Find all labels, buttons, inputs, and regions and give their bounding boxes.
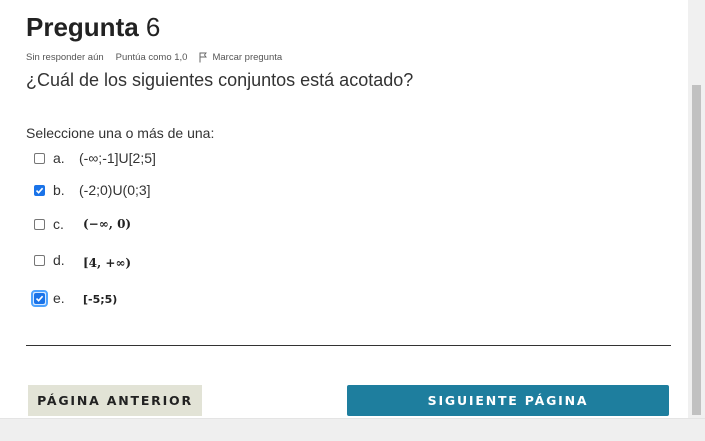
question-meta: Sin responder aún Puntúa como 1,0 Marcar… (26, 52, 282, 63)
option-c-letter: c. (53, 216, 64, 232)
previous-page-button[interactable]: PÁGINA ANTERIOR (28, 385, 202, 416)
option-b-checkbox-wrap (33, 184, 46, 197)
option-a-text: (-∞;-1]U[2;5] (79, 150, 156, 166)
option-c-checkbox-wrap (33, 218, 46, 231)
option-d[interactable]: d. [4, +∞) (33, 250, 131, 270)
option-e-checkbox[interactable] (34, 292, 45, 304)
option-b[interactable]: b. (-2;0)U(0;3] (33, 182, 151, 198)
section-divider (26, 345, 671, 346)
option-e-letter: e. (53, 290, 65, 306)
checkmark-icon (35, 295, 44, 302)
option-b-checkbox[interactable] (34, 184, 45, 196)
option-c-checkbox[interactable] (34, 218, 45, 230)
option-d-checkbox-wrap (33, 254, 46, 267)
question-text: ¿Cuál de los siguientes conjuntos está a… (26, 70, 414, 90)
option-c-text: (−∞, 0) (83, 217, 132, 231)
option-c[interactable]: c. (−∞, 0) (33, 216, 131, 232)
option-e-checkbox-wrap (31, 289, 48, 307)
question-status: Sin responder aún (26, 52, 104, 63)
option-b-text: (-2;0)U(0;3] (79, 182, 151, 198)
option-b-letter: b. (53, 182, 65, 198)
flag-question-link[interactable]: Marcar pregunta (199, 52, 282, 63)
next-page-button[interactable]: SIGUIENTE PÁGINA (347, 385, 669, 416)
option-a[interactable]: a. (-∞;-1]U[2;5] (33, 150, 156, 166)
answer-prompt: Seleccione una o más de una: (26, 125, 215, 141)
option-a-checkbox[interactable] (34, 152, 45, 164)
option-d-text: [4, +∞) (83, 256, 132, 270)
question-title: Pregunta 6 (26, 12, 160, 43)
option-d-letter: d. (53, 252, 65, 268)
option-a-letter: a. (53, 150, 65, 166)
option-d-checkbox[interactable] (34, 254, 45, 266)
option-e[interactable]: e. [-5;5) (31, 289, 118, 307)
scrollbar-thumb[interactable] (692, 85, 701, 415)
flag-icon (199, 52, 208, 63)
question-score: Puntúa como 1,0 (115, 52, 188, 63)
question-title-word: Pregunta (26, 12, 139, 42)
quiz-page: Pregunta 6 Sin responder aún Puntúa como… (0, 0, 688, 418)
question-number: 6 (145, 12, 161, 42)
option-e-text: [-5;5) (83, 293, 118, 306)
flag-question-label: Marcar pregunta (212, 52, 283, 63)
checkmark-icon (35, 187, 44, 194)
bottom-bar (0, 418, 705, 441)
option-a-checkbox-wrap (33, 152, 46, 165)
